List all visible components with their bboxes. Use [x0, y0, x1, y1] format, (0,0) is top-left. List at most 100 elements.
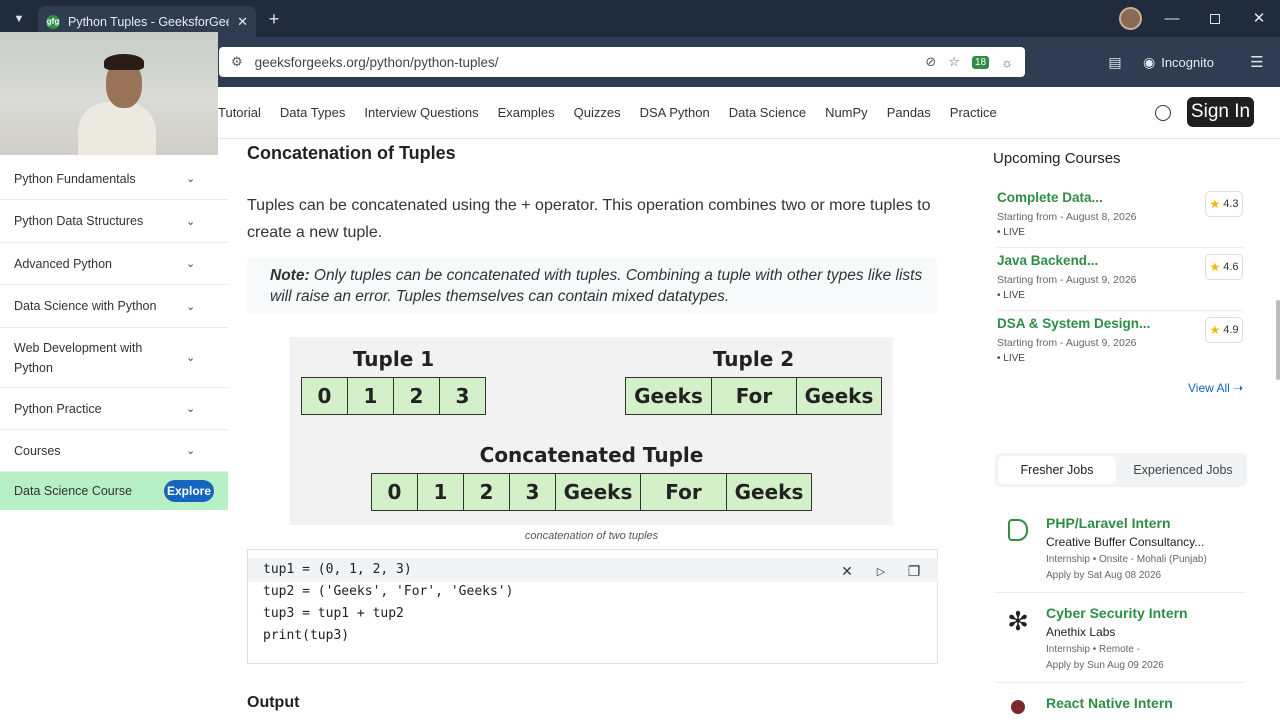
- nav-item-interview-questions[interactable]: Interview Questions: [364, 105, 478, 120]
- course-name[interactable]: Complete Data...: [997, 190, 1237, 205]
- browser-menu-icon[interactable]: ☰: [1248, 53, 1266, 71]
- concat-cell: 3: [509, 473, 556, 511]
- tuple-concatenation-diagram: Tuple 1 0 1 2 3 Tuple 2 Geeks For Geeks …: [290, 337, 893, 525]
- bookmark-star-icon[interactable]: ☆: [948, 54, 960, 70]
- profile-avatar[interactable]: [1119, 7, 1142, 30]
- sidebar-item-python-data-structures[interactable]: Python Data Structures ⌄: [0, 200, 228, 243]
- nav-item-data-types[interactable]: Data Types: [280, 105, 346, 120]
- upcoming-courses-title: Upcoming Courses: [993, 150, 1121, 167]
- incognito-indicator[interactable]: ◉ Incognito: [1143, 48, 1231, 76]
- nav-item-examples[interactable]: Examples: [498, 105, 555, 120]
- nav-item-numpy[interactable]: NumPy: [825, 105, 868, 120]
- tuple1-cell: 3: [439, 377, 486, 415]
- gfg-favicon-icon: gfg: [46, 14, 60, 29]
- view-all-link[interactable]: View All ➝: [1188, 381, 1243, 395]
- run-play-icon[interactable]: ▷: [869, 561, 893, 581]
- close-icon[interactable]: ✕: [835, 561, 859, 581]
- divider: [995, 592, 1245, 593]
- tab-close-icon[interactable]: ✕: [237, 14, 248, 30]
- tab-experienced-jobs[interactable]: Experienced Jobs: [1122, 456, 1244, 484]
- tab-fresher-jobs[interactable]: Fresher Jobs: [998, 456, 1116, 484]
- course-card[interactable]: Complete Data... Starting from - August …: [997, 190, 1237, 238]
- concat-cell: Geeks: [555, 473, 641, 511]
- divider: [997, 247, 1243, 248]
- tuple2-cell: For: [711, 377, 797, 415]
- job-apply-by: Apply by Sat Aug 08 2026: [1046, 570, 1162, 581]
- chat-bubble-icon[interactable]: [1155, 105, 1171, 121]
- job-title[interactable]: Cyber Security Intern: [1046, 605, 1251, 621]
- star-icon: ★: [1209, 197, 1221, 211]
- course-live-badge: • LIVE: [997, 353, 1025, 364]
- tuple2-cell: Geeks: [796, 377, 882, 415]
- concat-cell: 2: [463, 473, 510, 511]
- sidebar-item-advanced-python[interactable]: Advanced Python ⌄: [0, 243, 228, 285]
- code-line: tup2 = ('Geeks', 'For', 'Geeks'): [263, 584, 514, 599]
- company-logo: ✻: [1007, 605, 1029, 636]
- nav-item-practice[interactable]: Practice: [950, 105, 997, 120]
- course-name[interactable]: Java Backend...: [997, 253, 1237, 268]
- address-bar[interactable]: ⚙ geeksforgeeks.org/python/python-tuples…: [219, 47, 1025, 77]
- tuple2-label: Tuple 2: [712, 347, 795, 371]
- page-scrollbar[interactable]: [1276, 300, 1280, 380]
- sign-in-button[interactable]: Sign In: [1187, 97, 1254, 127]
- company-logo: [1003, 515, 1033, 545]
- nav-item-pandas[interactable]: Pandas: [887, 105, 931, 120]
- sidebar-item-web-development-with-python[interactable]: Web Development with Python ⌄: [0, 328, 228, 388]
- article-paragraph: Tuples can be concatenated using the + o…: [247, 197, 931, 241]
- note-text: Only tuples can be concatenated with tup…: [270, 267, 923, 305]
- left-sidebar: Python Fundamentals ⌄ Python Data Struct…: [0, 158, 228, 720]
- sidebar-item-label: Advanced Python: [14, 256, 112, 271]
- course-card[interactable]: Java Backend... Starting from - August 9…: [997, 253, 1237, 301]
- sidebar-item-label: Python Data Structures: [14, 214, 144, 228]
- sidebar-item-label: Web Development with Python: [14, 340, 143, 375]
- course-rating: ★ 4.6: [1205, 254, 1243, 280]
- job-company: Creative Buffer Consultancy...: [1046, 535, 1205, 549]
- url-text[interactable]: geeksforgeeks.org/python/python-tuples/: [255, 55, 914, 70]
- star-icon: ★: [1209, 260, 1221, 274]
- note-label: Note:: [270, 267, 310, 284]
- sidebar-item-courses[interactable]: Courses ⌄: [0, 430, 228, 472]
- minimize-window-icon[interactable]: —: [1163, 9, 1181, 27]
- copy-icon[interactable]: ❐: [902, 561, 926, 581]
- sidebar-item-label: Courses: [14, 443, 61, 458]
- code-line: tup1 = (0, 1, 2, 3): [263, 562, 412, 577]
- course-card[interactable]: DSA & System Design... Starting from - A…: [997, 316, 1237, 364]
- course-name[interactable]: DSA & System Design...: [997, 316, 1237, 331]
- extension-shield-icon[interactable]: 18: [971, 55, 990, 69]
- job-title[interactable]: React Native Intern: [1046, 695, 1251, 711]
- code-block[interactable]: tup1 = (0, 1, 2, 3) tup2 = ('Geeks', 'Fo…: [247, 549, 938, 664]
- course-date: Starting from - August 8, 2026: [997, 211, 1137, 223]
- brightness-icon[interactable]: ☼: [1001, 55, 1013, 70]
- divider: [997, 310, 1243, 311]
- chevron-down-icon: ⌄: [186, 351, 196, 364]
- job-card[interactable]: Cyber Security Intern Anethix Labs Inter…: [1046, 605, 1251, 671]
- chevron-down-icon: ⌄: [186, 445, 196, 457]
- nav-item-dsa-python[interactable]: DSA Python: [640, 105, 710, 120]
- course-live-badge: • LIVE: [997, 227, 1025, 238]
- new-tab-plus-icon[interactable]: +: [264, 9, 284, 29]
- sidebar-item-data-science-with-python[interactable]: Data Science with Python ⌄: [0, 285, 228, 328]
- eye-off-icon[interactable]: ⊘: [925, 54, 936, 70]
- site-info-icon[interactable]: ⚙: [231, 54, 243, 70]
- sidebar-item-python-practice[interactable]: Python Practice ⌄: [0, 388, 228, 430]
- job-card[interactable]: React Native Intern: [1046, 695, 1251, 711]
- tab-list-chevron-icon[interactable]: ▼: [10, 10, 28, 28]
- close-window-icon[interactable]: ✕: [1250, 9, 1268, 27]
- job-card[interactable]: PHP/Laravel Intern Creative Buffer Consu…: [1046, 515, 1251, 581]
- explore-button[interactable]: Explore: [164, 480, 214, 502]
- nav-item-quizzes[interactable]: Quizzes: [574, 105, 621, 120]
- job-company: Anethix Labs: [1046, 625, 1116, 639]
- rating-value: 4.3: [1223, 198, 1239, 210]
- job-title[interactable]: PHP/Laravel Intern: [1046, 515, 1251, 531]
- promo-label: Data Science Course: [14, 484, 133, 498]
- nav-item-data-science[interactable]: Data Science: [729, 105, 806, 120]
- sidebar-item-python-fundamentals[interactable]: Python Fundamentals ⌄: [0, 158, 228, 200]
- nav-item-tutorial[interactable]: Tutorial: [218, 105, 261, 120]
- concat-cell: Geeks: [726, 473, 812, 511]
- sidebar-item-label: Python Fundamentals: [14, 171, 136, 186]
- course-rating: ★ 4.9: [1205, 317, 1243, 343]
- maximize-window-icon[interactable]: [1210, 14, 1220, 24]
- course-date: Starting from - August 9, 2026: [997, 274, 1137, 286]
- tab-search-icon[interactable]: ▤: [1106, 53, 1124, 71]
- sidebar-promo-data-science-course[interactable]: Data Science Course Explore: [0, 472, 228, 510]
